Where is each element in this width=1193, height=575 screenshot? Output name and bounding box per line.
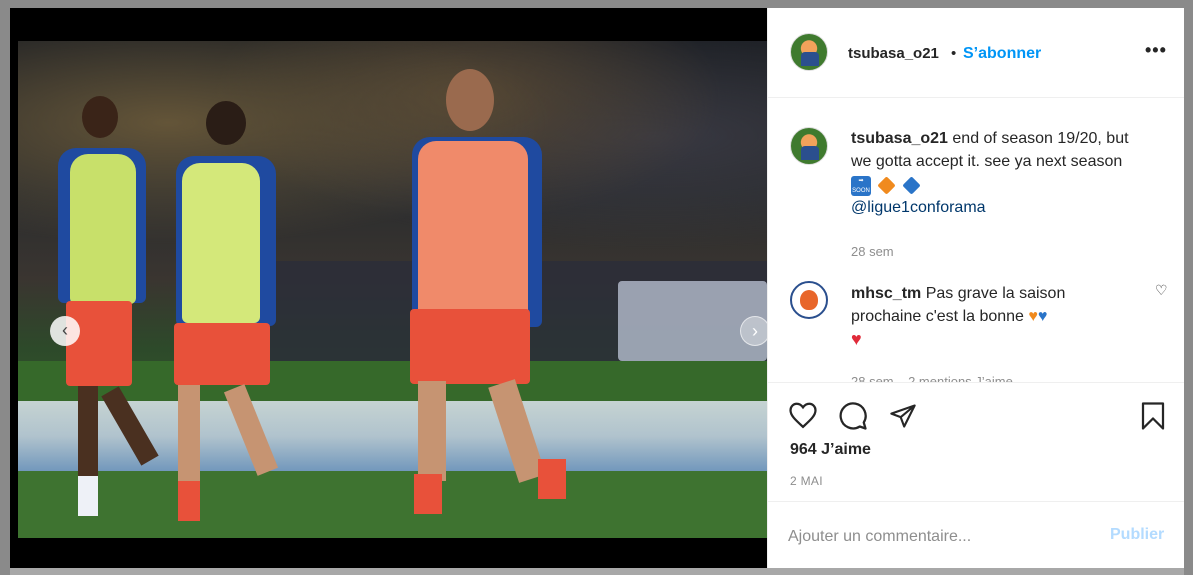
red-heart-emoji: ♥ [851,329,862,349]
comment-item: mhsc_tm Pas grave la saison prochaine c'… [790,99,1170,382]
player-figure [398,69,598,529]
bookmark-icon[interactable] [1139,401,1167,431]
comment-meta[interactable]: 28 sem 2 mentions J’aime [851,374,1013,382]
orange-heart-emoji: ♥ [1028,308,1038,325]
chevron-left-icon: ‹ [62,320,68,340]
comment-username[interactable]: mhsc_tm [851,285,921,302]
post-date[interactable]: 2 MAI [790,474,823,488]
add-comment-bar: Publier [768,501,1184,568]
separator-dot: • [951,45,957,62]
previous-photo-button[interactable]: ‹ [50,316,80,346]
post-photo[interactable]: ‹ › [18,41,767,538]
share-icon[interactable] [888,402,918,430]
blue-heart-emoji: ♥ [1037,308,1048,325]
heart-icon[interactable] [788,401,818,429]
publish-button[interactable]: Publier [1110,526,1164,544]
comment-input[interactable] [788,522,1088,552]
background-strip [10,568,1184,575]
comment-like-icon[interactable]: ♡ [1155,282,1168,299]
avatar[interactable] [790,281,828,319]
more-options-icon[interactable]: ••• [1145,40,1167,61]
comments-list[interactable]: tsubasa_o21 end of season 19/20, but we … [768,99,1184,382]
next-photo-button[interactable]: › [740,316,767,346]
player-figure [168,101,318,521]
avatar[interactable] [790,33,828,71]
chevron-right-icon: › [752,321,758,341]
comment-body: mhsc_tm Pas grave la saison prochaine c'… [851,282,1121,352]
post-actions: 964 J’aime 2 MAI [768,382,1184,501]
follow-button[interactable]: S’abonner [963,45,1041,63]
post-author-username[interactable]: tsubasa_o21 [848,45,939,62]
post-side-panel: tsubasa_o21 • S’abonner ••• tsubasa_o21 … [767,8,1184,568]
post-header: tsubasa_o21 • S’abonner ••• [768,8,1184,98]
likes-count[interactable]: 964 J’aime [790,441,871,459]
comment-icon[interactable] [838,401,868,431]
